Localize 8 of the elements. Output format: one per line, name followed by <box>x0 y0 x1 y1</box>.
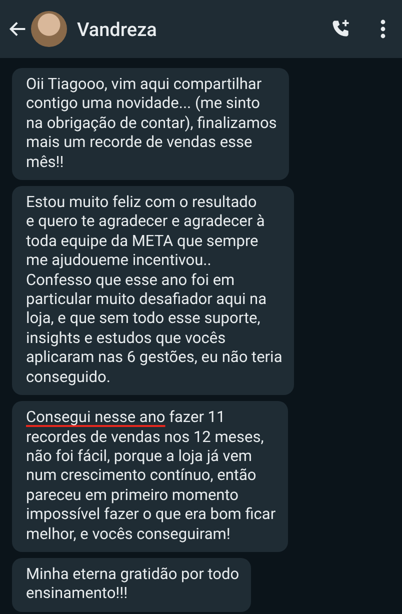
avatar[interactable] <box>31 11 67 47</box>
more-options-icon[interactable] <box>380 19 386 39</box>
back-arrow-icon[interactable] <box>9 20 27 38</box>
message-text: Minha eterna gratidão por todo ensinamento!!! <box>26 564 240 604</box>
message-text: Oii Tiagooo, vim aqui compartilhar contigo uma novidade... (me sinto na obrigação de contar), finalizamos mais um recorde de vendas esse mês!! <box>26 75 277 172</box>
message-text: Consegui nesse ano fazer 11 recordes de vendas nos 12 meses, não foi fácil, porque a loja já vem num crescimento contínuo, então pareceu em primeiro momento impossível fazer o que era bom ficar melhor, e vocês conseguiram! <box>26 408 276 544</box>
contact-name[interactable]: Vandreza <box>77 18 330 40</box>
message-text: Estou muito feliz com o resultado e quero te agradecer e agradecer à toda equipe da META que sempre me ajudoueme incentivou.. Confesso que esse ano foi em particular muito desafiador aqui na loja, e que sem todo esse suporte, insights e estudos que vocês aplicaram nas 6 gestões, eu não teria conseguido. <box>26 193 282 388</box>
